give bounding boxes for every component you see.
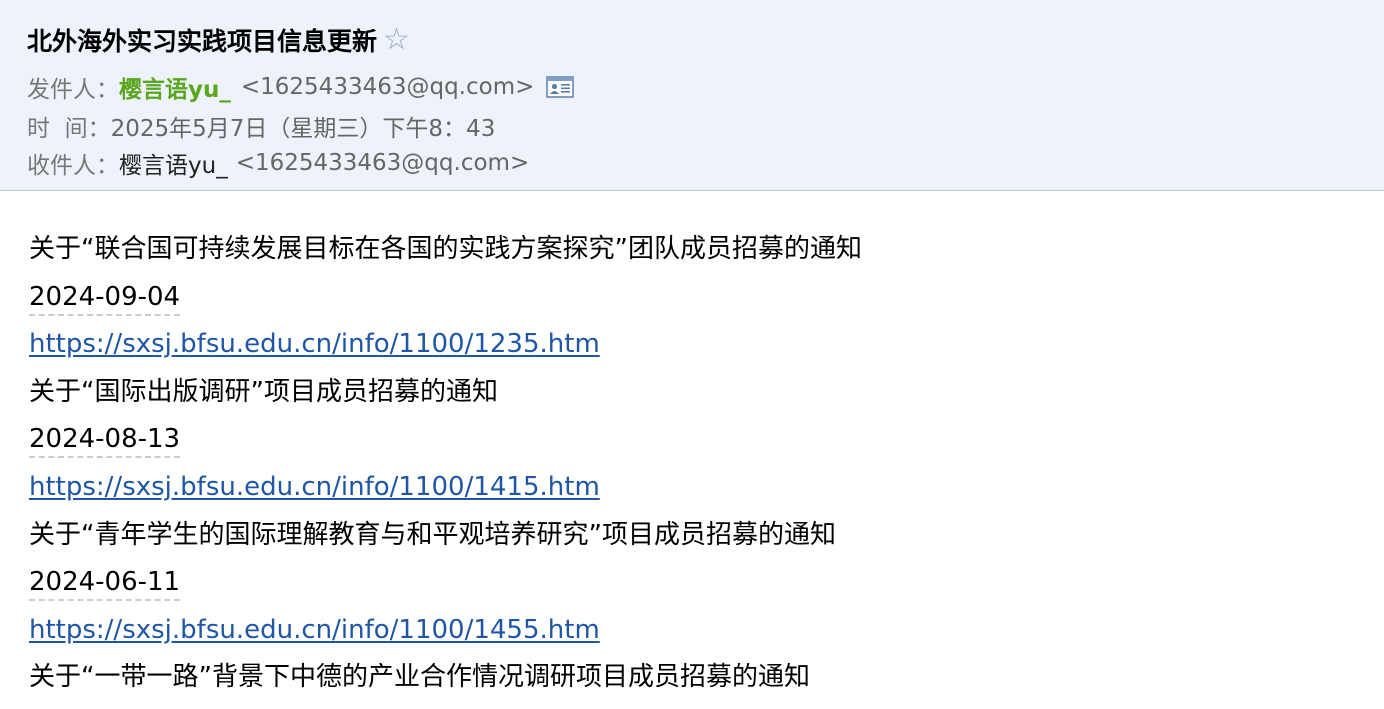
recipient-row: 收件人： 樱言语yu_ <1625433463@qq.com> [27, 146, 529, 180]
notice-date: 2024-06-11 [29, 559, 1369, 607]
notice-title: 关于“国际出版调研”项目成员招募的通知 [29, 376, 498, 407]
notice-title: 关于“青年学生的国际理解教育与和平观培养研究”项目成员招募的通知 [29, 519, 836, 550]
notice-date: 2024-08-13 [29, 416, 1369, 464]
recipient-email[interactable]: <1625433463@qq.com> [236, 150, 530, 176]
notice-date-text: 2024-09-04 [29, 281, 181, 316]
time-value: 2025年5月7日（星期三）下午8：43 [110, 116, 496, 142]
from-label: 发件人： [27, 77, 119, 103]
notice-date: 2024-09-04 [29, 274, 1369, 322]
notice-link-row: https://sxsj.bfsu.edu.cn/info/1100/1455.… [29, 607, 1369, 655]
mail-body: 关于“联合国可持续发展目标在各国的实践方案探究”团队成员招募的通知 2024-0… [29, 226, 1369, 702]
mail-subject: 北外海外实习实践项目信息更新 [27, 27, 378, 56]
notice-date-text: 2024-08-13 [29, 424, 181, 459]
time-label: 时 间： [27, 116, 111, 142]
notice-link[interactable]: https://sxsj.bfsu.edu.cn/info/1100/1235.… [29, 329, 600, 359]
mail-header: 北外海外实习实践项目信息更新 ☆ 发件人： 樱言语yu_ <1625433463… [0, 0, 1384, 191]
sender-name[interactable]: 樱言语yu_ [119, 70, 231, 104]
notice-title: 关于“一带一路”背景下中德的产业合作情况调研项目成员招募的通知 [29, 662, 810, 693]
notice-link-row: https://sxsj.bfsu.edu.cn/info/1100/1415.… [29, 464, 1369, 512]
time-row: 时 间： 2025年5月7日（星期三）下午8：43 [27, 109, 495, 143]
sender-row: 发件人： 樱言语yu_ <1625433463@qq.com> [27, 70, 575, 104]
notice-title: 关于“联合国可持续发展目标在各国的实践方案探究”团队成员招募的通知 [29, 234, 862, 264]
recipient-name[interactable]: 樱言语yu_ [119, 146, 228, 180]
star-outline-icon[interactable]: ☆ [383, 25, 410, 55]
contact-card-icon[interactable] [546, 76, 575, 98]
to-label: 收件人： [27, 153, 119, 179]
notice-link[interactable]: https://sxsj.bfsu.edu.cn/info/1100/1415.… [29, 472, 600, 502]
subject-row: 北外海外实习实践项目信息更新 ☆ [27, 20, 410, 60]
notice-link[interactable]: https://sxsj.bfsu.edu.cn/info/1100/1455.… [29, 615, 600, 645]
notice-link-row: https://sxsj.bfsu.edu.cn/info/1100/1235.… [29, 321, 1369, 369]
notice-date-text: 2024-06-11 [29, 567, 181, 602]
sender-email[interactable]: <1625433463@qq.com> [241, 74, 535, 100]
